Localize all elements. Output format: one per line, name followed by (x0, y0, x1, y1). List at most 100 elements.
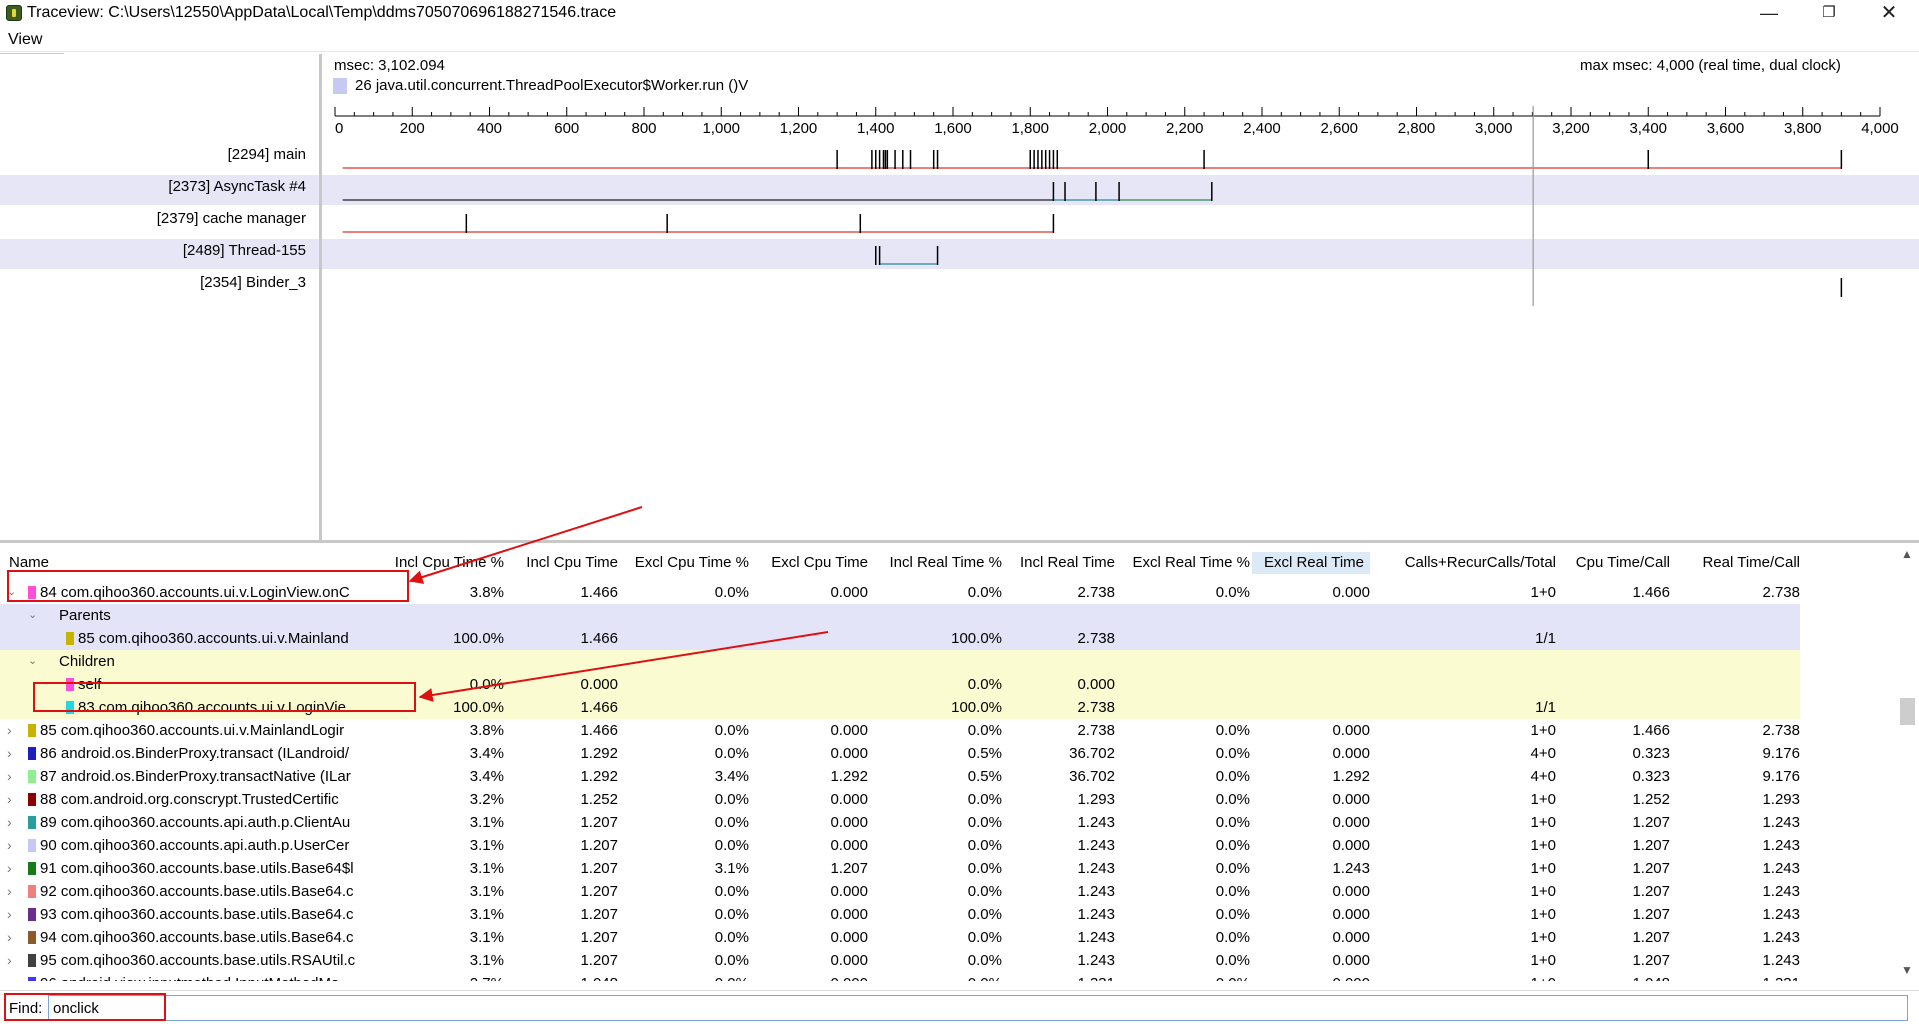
chevron-right-icon[interactable]: › (7, 972, 12, 981)
close-button[interactable]: ✕ (1866, 0, 1912, 28)
table-row[interactable]: › 94 com.qihoo360.accounts.base.utils.Bas… (0, 926, 1800, 949)
metric-cell (1252, 696, 1370, 719)
column-header[interactable]: Incl Cpu Time (515, 552, 618, 574)
metric-cell: 2.738 (1077, 699, 1115, 716)
metric-cell: 0.000 (1332, 929, 1370, 946)
chevron-right-icon[interactable]: › (7, 880, 12, 903)
metric-cell: 1+0 (1530, 952, 1556, 969)
metric-cell: 1.331 (1676, 972, 1800, 981)
metric-cell: 1+0 (1378, 972, 1556, 981)
metric-cell (1123, 673, 1250, 696)
vertical-scrollbar[interactable]: ▲ ▼ (1897, 543, 1919, 981)
method-color-swatch (28, 793, 36, 806)
metric-cell (626, 627, 749, 650)
column-header[interactable]: Excl Cpu Time % (626, 552, 749, 574)
column-header[interactable]: Calls+RecurCalls/Total (1378, 552, 1556, 574)
column-header[interactable]: Excl Real Time % (1123, 552, 1250, 574)
column-header[interactable]: Incl Cpu Time % (388, 552, 504, 574)
group-row[interactable]: ⌄ Children (0, 650, 1800, 673)
table-row[interactable]: › 95 com.qihoo360.accounts.base.utils.RSA… (0, 949, 1800, 972)
method-name-cell: 95 com.qihoo360.accounts.base.utils.RSAU… (40, 952, 356, 969)
group-row[interactable]: ⌄ Parents (0, 604, 1800, 627)
chevron-right-icon[interactable]: › (7, 834, 12, 857)
table-row[interactable]: › 90 com.qihoo360.accounts.api.auth.p.Use… (0, 834, 1800, 857)
chevron-right-icon[interactable]: › (7, 742, 12, 765)
menu-view[interactable]: View (8, 31, 42, 49)
thread-label[interactable]: [2354] Binder_3 (200, 274, 306, 291)
chevron-right-icon[interactable]: › (7, 765, 12, 788)
chevron-down-icon[interactable]: ⌄ (28, 650, 37, 673)
method-color-swatch (28, 885, 36, 898)
chevron-right-icon[interactable]: › (7, 949, 12, 972)
metric-cell: 9.176 (1762, 745, 1800, 762)
scroll-down-arrow-icon[interactable]: ▼ (1901, 963, 1913, 977)
metric-cell: 2.738 (1077, 630, 1115, 647)
method-name-cell: 86 android.os.BinderProxy.transact (ILan… (40, 745, 350, 762)
metric-cell: 1.207 (1632, 952, 1670, 969)
column-header[interactable]: Name (9, 552, 380, 574)
metric-cell: 0.0% (1215, 860, 1250, 877)
column-header[interactable]: Excl Cpu Time (760, 552, 868, 574)
metric-cell: 0.000 (1077, 676, 1115, 693)
thread-label[interactable]: [2379] cache manager (157, 210, 306, 227)
metric-cell: 0.000 (760, 972, 868, 981)
metric-cell: 1.293 (1077, 791, 1115, 808)
table-row[interactable]: › 85 com.qihoo360.accounts.ui.v.MainlandL… (0, 719, 1800, 742)
chevron-right-icon[interactable]: › (7, 926, 12, 949)
method-name-cell: 85 com.qihoo360.accounts.ui.v.Mainland (78, 630, 349, 647)
metric-cell: 1.243 (1762, 906, 1800, 923)
metric-cell: 0.000 (830, 745, 868, 762)
metric-cell: 1.243 (1332, 860, 1370, 877)
chevron-right-icon[interactable]: › (7, 719, 12, 742)
thread-label[interactable]: [2373] AsyncTask #4 (168, 178, 306, 195)
scroll-up-arrow-icon[interactable]: ▲ (1901, 547, 1913, 561)
metric-cell: 3.1% (469, 906, 504, 923)
table-row[interactable]: › 89 com.qihoo360.accounts.api.auth.p.Cli… (0, 811, 1800, 834)
metric-cell: 1.243 (1077, 860, 1115, 877)
metric-cell: 1.207 (580, 952, 618, 969)
chevron-down-icon[interactable]: ⌄ (7, 581, 16, 604)
metric-cell: 1.207 (1632, 837, 1670, 854)
metric-cell: 0.0% (714, 584, 749, 601)
timeline-chart[interactable]: 0 200 400 600 800 1,000 1,200 1,400 1,600 1,800 2,… (322, 54, 1919, 540)
table-row[interactable]: › 86 android.os.BinderProxy.transact (ILa… (0, 742, 1800, 765)
profile-table[interactable]: Name Incl Cpu Time % Incl Cpu Time Excl Cpu… (0, 543, 1919, 981)
metric-cell: 1.207 (830, 860, 868, 877)
table-row[interactable]: 85 com.qihoo360.accounts.ui.v.Mainland 10… (0, 627, 1800, 650)
column-header[interactable]: Real Time/Call (1676, 552, 1800, 574)
column-header[interactable]: Cpu Time/Call (1564, 552, 1670, 574)
table-row[interactable]: › 93 com.qihoo360.accounts.base.utils.Bas… (0, 903, 1800, 926)
chevron-right-icon[interactable]: › (7, 857, 12, 880)
metric-cell: 2.738 (1762, 722, 1800, 739)
table-row[interactable]: self 0.0% 0.000 0.0% 0.000 (0, 673, 1800, 696)
metric-cell: 0.000 (1332, 883, 1370, 900)
metric-cell: 1.292 (580, 745, 618, 762)
column-header[interactable]: Incl Real Time (1010, 552, 1115, 574)
metric-cell: 0.5% (967, 768, 1002, 785)
metric-cell: 0.0% (714, 814, 749, 831)
timeline-panel[interactable]: msec: 3,102.094 max msec: 4,000 (real ti… (322, 54, 1919, 540)
chevron-right-icon[interactable]: › (7, 811, 12, 834)
metric-cell: 0.000 (830, 883, 868, 900)
find-input[interactable] (48, 995, 1908, 1021)
thread-label[interactable]: [2489] Thread-155 (183, 242, 306, 259)
chevron-right-icon[interactable]: › (7, 903, 12, 926)
scrollbar-thumb[interactable] (1900, 698, 1915, 725)
table-row[interactable]: › 92 com.qihoo360.accounts.base.utils.Bas… (0, 880, 1800, 903)
column-header[interactable]: Incl Real Time % (876, 552, 1002, 574)
thread-label[interactable]: [2294] main (228, 146, 306, 163)
minimize-button[interactable]: — (1746, 0, 1792, 28)
column-header[interactable]: Excl Real Time (1252, 552, 1370, 574)
chevron-right-icon[interactable]: › (7, 788, 12, 811)
table-row[interactable]: › 91 com.qihoo360.accounts.base.utils.Bas… (0, 857, 1800, 880)
table-row[interactable]: 83 com.qihoo360.accounts.ui.v.LoginVie 10… (0, 696, 1800, 719)
metric-cell: 1.243 (1762, 929, 1800, 946)
chevron-down-icon[interactable]: ⌄ (28, 604, 37, 627)
table-row[interactable]: ⌄ 84 com.qihoo360.accounts.ui.v.LoginView… (0, 581, 1800, 604)
metric-cell: 1.331 (1010, 972, 1115, 981)
table-row[interactable]: › 87 android.os.BinderProxy.transactNativ… (0, 765, 1800, 788)
table-row[interactable]: › 96 android.view.inputmethod.InputMethod… (0, 972, 1800, 981)
restore-button[interactable]: ❐ (1806, 0, 1852, 28)
metric-cell: 9.176 (1762, 768, 1800, 785)
table-row[interactable]: › 88 com.android.org.conscrypt.TrustedCer… (0, 788, 1800, 811)
